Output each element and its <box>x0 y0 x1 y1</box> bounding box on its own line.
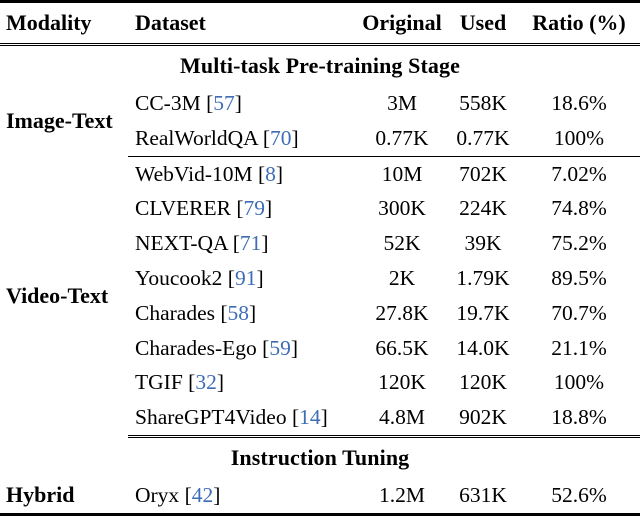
used-value: 224K <box>459 196 507 221</box>
dataset-name-cell: TGIF [32] <box>128 365 356 400</box>
used-value: 39K <box>464 231 502 256</box>
section-header-row: Multi-task Pre-training Stage <box>0 45 640 87</box>
citation-link[interactable]: [14] <box>292 405 328 429</box>
citation-number[interactable]: 58 <box>228 301 250 325</box>
used-value: 902K <box>448 400 518 438</box>
used-value: 19.7K <box>456 300 510 325</box>
citation-number[interactable]: 42 <box>192 483 214 507</box>
dataset-name-cell: ShareGPT4Video [14] <box>128 400 356 438</box>
dataset-name-cell: CLVERER [79] <box>128 191 356 226</box>
ratio-value: 70.7% <box>551 300 607 325</box>
original-value: 52K <box>383 231 421 256</box>
dataset-name: Charades <box>135 300 215 325</box>
citation-link[interactable]: [57] <box>206 91 242 115</box>
original-value: 2K <box>388 265 416 290</box>
citation-number[interactable]: 8 <box>265 162 276 186</box>
table: Modality Dataset Original Used Ratio (%)… <box>0 0 640 516</box>
citation-number[interactable]: 59 <box>269 336 291 360</box>
ratio-value: 74.8% <box>551 196 607 221</box>
used-value: 0.77K <box>448 120 518 157</box>
modality-label: Hybrid <box>0 477 128 516</box>
original-value: 1.2M <box>356 477 448 516</box>
dataset-name-cell: WebVid-10M [8] <box>128 156 356 191</box>
dataset-name-cell: Charades-Ego [59] <box>128 331 356 366</box>
dataset-name-cell: Oryx [42] <box>128 477 356 516</box>
table-row: Image-Text CC-3M [57] 3M 558K 18.6% <box>0 86 640 133</box>
used-value: 14.0K <box>456 335 510 360</box>
column-header-used: Used <box>448 0 518 46</box>
column-header-dataset: Dataset <box>128 0 356 46</box>
original-value: 3M <box>387 91 417 115</box>
citation-link[interactable]: [70] <box>263 126 299 150</box>
citation-link[interactable]: [91] <box>228 266 264 290</box>
used-value: 558K <box>459 91 507 115</box>
dataset-name-cell: Charades [58] <box>128 296 356 331</box>
citation-number[interactable]: 71 <box>240 231 262 255</box>
original-value: 4.8M <box>356 400 448 438</box>
ratio-value: 18.6% <box>551 91 607 115</box>
citation-link[interactable]: [79] <box>236 196 272 220</box>
citation-number[interactable]: 14 <box>299 405 321 429</box>
section-title: Instruction Tuning <box>230 444 410 470</box>
column-header-original: Original <box>356 0 448 46</box>
citation-number[interactable]: 57 <box>213 91 235 115</box>
ratio-value: 89.5% <box>551 265 607 290</box>
citation-link[interactable]: [32] <box>188 370 224 394</box>
column-header-ratio: Ratio (%) <box>518 0 640 46</box>
ratio-value: 100% <box>518 120 640 157</box>
dataset-name-cell: RealWorldQA [70] <box>128 120 356 157</box>
citation-number[interactable]: 32 <box>195 370 217 394</box>
table-header: Modality Dataset Original Used Ratio (%) <box>0 0 640 46</box>
section-title: Multi-task Pre-training Stage <box>180 53 460 78</box>
dataset-name-cell: NEXT-QA [71] <box>128 226 356 261</box>
citation-link[interactable]: [58] <box>220 301 256 325</box>
original-value: 300K <box>378 196 426 221</box>
dataset-name-cell: CC-3M [57] <box>128 86 356 121</box>
dataset-name: Oryx <box>135 482 180 507</box>
original-value: 120K <box>378 370 426 395</box>
citation-number[interactable]: 79 <box>244 196 266 220</box>
dataset-name: RealWorldQA <box>135 125 258 150</box>
dataset-name: Youcook2 <box>135 265 223 290</box>
ratio-value: 100% <box>553 370 605 395</box>
original-value: 0.77K <box>356 120 448 157</box>
used-value: 120K <box>459 370 507 395</box>
used-value: 1.79K <box>456 265 510 290</box>
ratio-value: 52.6% <box>518 477 640 516</box>
citation-link[interactable]: [59] <box>262 336 298 360</box>
citation-number[interactable]: 70 <box>270 126 292 150</box>
citation-link[interactable]: [8] <box>258 162 283 186</box>
dataset-name: CLVERER <box>135 196 231 221</box>
table-body: Multi-task Pre-training Stage Image-Text C… <box>0 45 640 516</box>
column-header-modality: Modality <box>0 0 128 46</box>
dataset-name: Charades-Ego <box>135 335 257 360</box>
section-header-row: Instruction Tuning <box>0 436 640 478</box>
ratio-value: 21.1% <box>551 335 607 360</box>
modality-label: Video-Text <box>6 282 109 308</box>
original-value: 27.8K <box>375 300 429 325</box>
ratio-value: 7.02% <box>551 161 607 186</box>
used-value: 702K <box>459 161 507 186</box>
original-value: 10M <box>381 161 423 186</box>
dataset-name-cell: Youcook2 [91] <box>128 261 356 296</box>
dataset-name: ShareGPT4Video <box>135 405 287 430</box>
dataset-name: NEXT-QA <box>135 231 228 256</box>
header-row: Modality Dataset Original Used Ratio (%) <box>0 0 640 46</box>
used-value: 631K <box>448 477 518 516</box>
citation-link[interactable]: [42] <box>185 483 221 507</box>
modality-label: Image-Text <box>6 107 113 133</box>
table-row: Hybrid Oryx [42] 1.2M 631K 52.6% <box>0 477 640 516</box>
dataset-name: WebVid-10M <box>135 161 253 186</box>
dataset-name: CC-3M <box>135 91 201 115</box>
citation-number[interactable]: 91 <box>235 266 257 290</box>
original-value: 66.5K <box>375 335 429 360</box>
ratio-value: 18.8% <box>518 400 640 438</box>
dataset-statistics-table: Modality Dataset Original Used Ratio (%)… <box>0 0 640 516</box>
dataset-name: TGIF <box>135 370 183 395</box>
citation-link[interactable]: [71] <box>233 231 269 255</box>
ratio-value: 75.2% <box>551 231 607 256</box>
table-row: Video-Text WebVid-10M [8] 10M 702K 7.02% <box>0 156 640 308</box>
